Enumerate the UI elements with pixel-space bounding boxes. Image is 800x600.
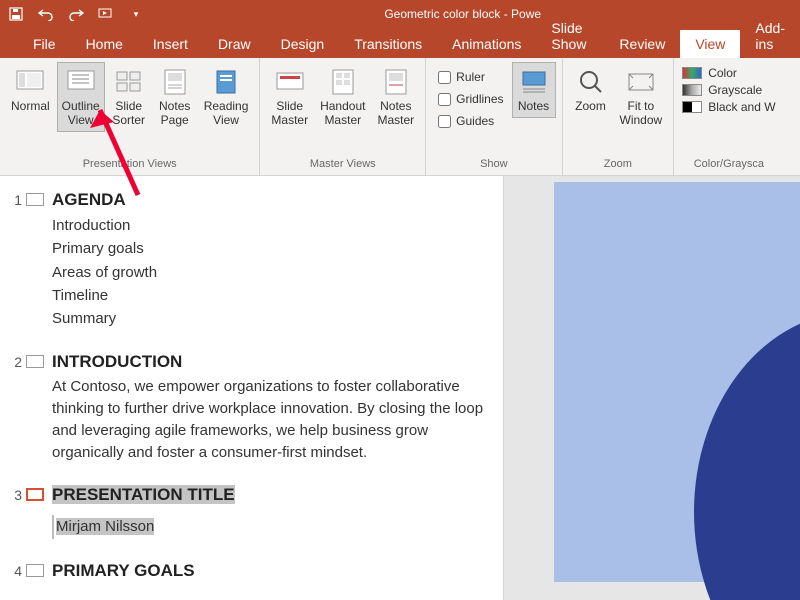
- outline-slide-1[interactable]: 1 AGENDA Introduction Primary goals Area…: [0, 186, 503, 330]
- slide-title[interactable]: PRIMARY GOALS: [52, 561, 493, 585]
- handout-master-icon: [327, 66, 359, 98]
- tab-animations[interactable]: Animations: [437, 30, 536, 58]
- slide-title[interactable]: PRESENTATION TITLE: [52, 485, 493, 509]
- slide-preview-pane[interactable]: [504, 176, 800, 600]
- notes-master-button[interactable]: Notes Master: [372, 62, 419, 132]
- bw-mode-button[interactable]: Black and W: [682, 100, 775, 114]
- slide-graphic: [694, 312, 800, 600]
- title-bar: ▾ Geometric color block - Powe: [0, 0, 800, 28]
- tab-review[interactable]: Review: [604, 30, 680, 58]
- tab-insert[interactable]: Insert: [138, 30, 203, 58]
- slide-sorter-button[interactable]: Slide Sorter: [107, 62, 151, 132]
- ribbon-tabs: File Home Insert Draw Design Transitions…: [0, 28, 800, 58]
- guides-checkbox[interactable]: Guides: [434, 112, 507, 130]
- tab-view[interactable]: View: [680, 30, 740, 58]
- main-area: 1 AGENDA Introduction Primary goals Area…: [0, 176, 800, 600]
- notes-master-icon: [380, 66, 412, 98]
- group-color-grayscale: Color Grayscale Black and W Color/Graysc…: [674, 58, 783, 175]
- group-master-views: Slide Master Handout Master Notes Master…: [260, 58, 426, 175]
- group-zoom: Zoom Fit to Window Zoom: [563, 58, 675, 175]
- outline-slide-2[interactable]: 2 INTRODUCTION At Contoso, we empower or…: [0, 348, 503, 463]
- redo-icon[interactable]: [68, 6, 84, 22]
- app-title: Geometric color block - Powe: [384, 7, 541, 21]
- normal-view-icon: [14, 66, 46, 98]
- zoom-icon: [575, 66, 607, 98]
- outline-view-button[interactable]: Outline View: [57, 62, 105, 132]
- slide-title[interactable]: INTRODUCTION: [52, 352, 493, 376]
- tab-addins[interactable]: Add-ins: [740, 14, 800, 58]
- notes-page-icon: [159, 66, 191, 98]
- slide-master-icon: [274, 66, 306, 98]
- slide-thumb-icon: [26, 193, 44, 206]
- slide-thumb-icon: [26, 488, 44, 501]
- group-presentation-views: Normal Outline View Slide Sorter Notes P…: [0, 58, 260, 175]
- gridlines-checkbox[interactable]: Gridlines: [434, 90, 507, 108]
- tab-slideshow[interactable]: Slide Show: [536, 14, 604, 58]
- notes-button[interactable]: Notes: [512, 62, 556, 118]
- fit-to-window-button[interactable]: Fit to Window: [615, 62, 668, 132]
- ruler-checkbox[interactable]: Ruler: [434, 68, 507, 86]
- undo-icon[interactable]: [38, 6, 54, 22]
- tab-home[interactable]: Home: [71, 30, 138, 58]
- tab-transitions[interactable]: Transitions: [339, 30, 437, 58]
- save-icon[interactable]: [8, 6, 24, 22]
- outline-pane[interactable]: 1 AGENDA Introduction Primary goals Area…: [0, 176, 504, 600]
- group-show: Ruler Gridlines Guides Notes Show: [426, 58, 562, 175]
- quick-access-toolbar: ▾: [8, 6, 144, 22]
- slide-thumb-icon: [26, 564, 44, 577]
- grayscale-mode-button[interactable]: Grayscale: [682, 83, 775, 97]
- slide-title[interactable]: AGENDA: [52, 190, 493, 214]
- tab-file[interactable]: File: [18, 30, 71, 58]
- outline-slide-4[interactable]: 4 PRIMARY GOALS: [0, 557, 503, 585]
- qat-dropdown-icon[interactable]: ▾: [128, 6, 144, 22]
- color-mode-button[interactable]: Color: [682, 66, 775, 80]
- normal-view-button[interactable]: Normal: [6, 62, 55, 118]
- reading-view-button[interactable]: Reading View: [199, 62, 254, 132]
- ribbon: Normal Outline View Slide Sorter Notes P…: [0, 58, 800, 176]
- notes-icon: [518, 66, 550, 98]
- fit-to-window-icon: [625, 66, 657, 98]
- start-slideshow-icon[interactable]: [98, 6, 114, 22]
- outline-slide-3[interactable]: 3 PRESENTATION TITLE Mirjam Nilsson: [0, 481, 503, 538]
- slide-canvas: [554, 182, 800, 582]
- slide-master-button[interactable]: Slide Master: [266, 62, 313, 132]
- notes-page-button[interactable]: Notes Page: [153, 62, 197, 132]
- tab-draw[interactable]: Draw: [203, 30, 266, 58]
- tab-design[interactable]: Design: [266, 30, 340, 58]
- handout-master-button[interactable]: Handout Master: [315, 62, 370, 132]
- reading-view-icon: [210, 66, 242, 98]
- zoom-button[interactable]: Zoom: [569, 62, 613, 118]
- outline-view-icon: [65, 66, 97, 98]
- slide-sorter-icon: [113, 66, 145, 98]
- slide-thumb-icon: [26, 355, 44, 368]
